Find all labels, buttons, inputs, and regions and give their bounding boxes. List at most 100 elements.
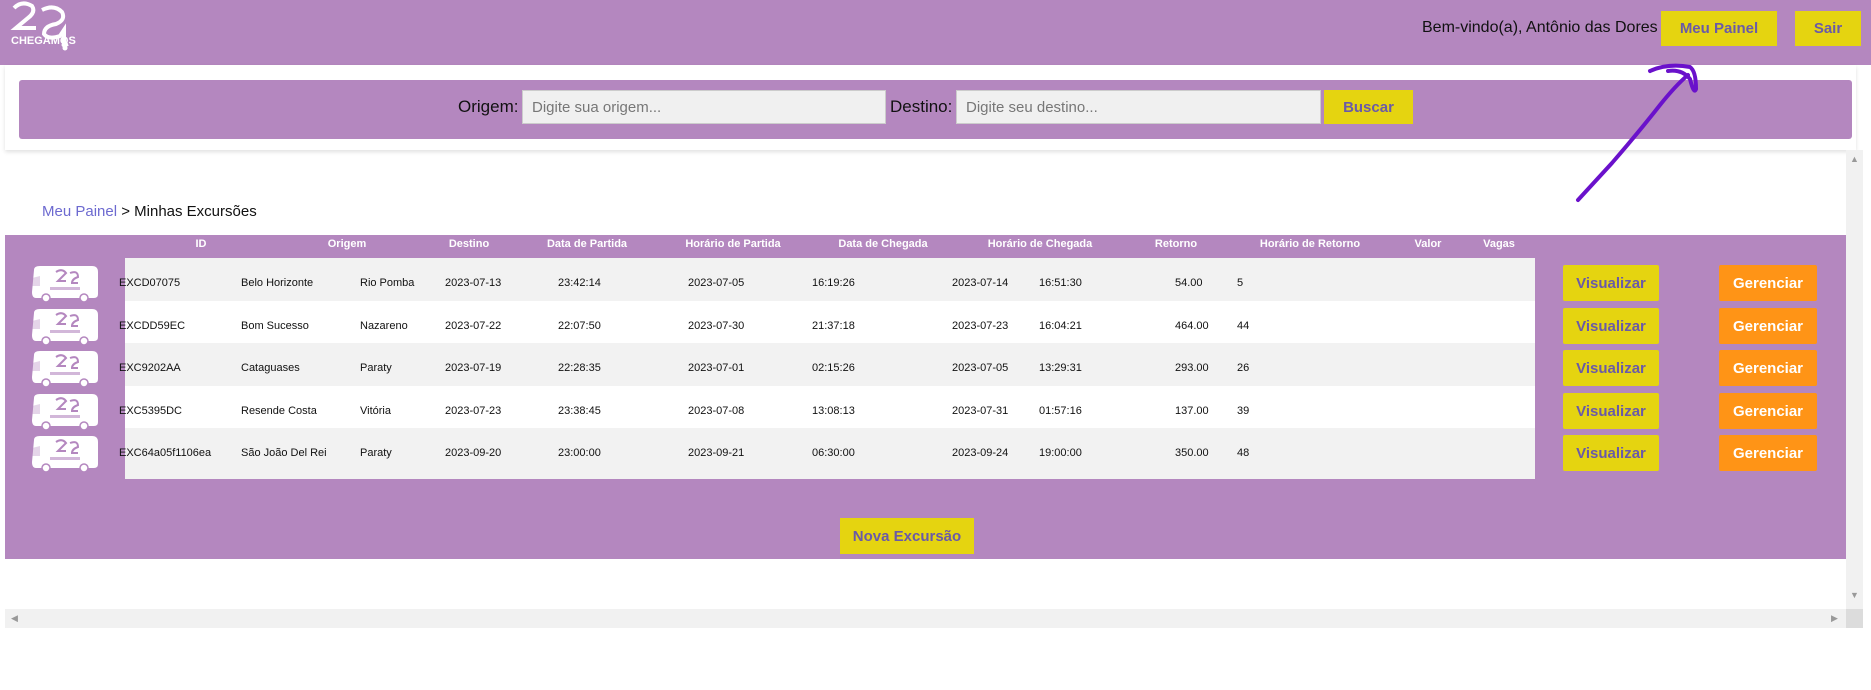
manage-button[interactable]: Gerenciar — [1719, 265, 1817, 301]
cell-valor: 350.00 — [1175, 447, 1209, 459]
horizontal-scrollbar[interactable]: ◀ ▶ — [5, 609, 1846, 628]
scroll-left-icon[interactable]: ◀ — [11, 613, 18, 624]
my-panel-button[interactable]: Meu Painel — [1661, 11, 1777, 46]
cell-valor: 54.00 — [1175, 277, 1203, 289]
scrollbar-corner — [1846, 609, 1863, 628]
header-price: Valor — [1414, 238, 1442, 250]
origin-label: Origem: — [458, 97, 519, 116]
cell-vagas: 26 — [1237, 362, 1250, 374]
cell-destino: Paraty — [360, 362, 392, 374]
view-button[interactable]: Visualizar — [1563, 393, 1659, 429]
breadcrumb-separator: > — [117, 203, 135, 220]
view-button[interactable]: Visualizar — [1563, 265, 1659, 301]
cell-horario-retorno: 19:00:00 — [1039, 447, 1082, 459]
cell-horario-partida: 23:38:45 — [558, 405, 601, 417]
header-origin: Origem — [327, 238, 367, 250]
cell-valor: 137.00 — [1175, 405, 1209, 417]
cell-horario-retorno: 01:57:16 — [1039, 405, 1082, 417]
destination-label: Destino: — [890, 97, 953, 116]
cell-horario-retorno: 16:51:30 — [1039, 277, 1082, 289]
cell-horario-partida: 23:00:00 — [558, 447, 601, 459]
cell-retorno: 2023-09-24 — [952, 447, 1009, 459]
new-excursion-button[interactable]: Nova Excursão — [840, 518, 974, 554]
cell-valor: 293.00 — [1175, 362, 1209, 374]
search-button[interactable]: Buscar — [1324, 90, 1413, 124]
annotation-arrow-icon — [1576, 63, 1699, 202]
breadcrumb-current: Minhas Excursões — [134, 203, 257, 220]
vertical-scrollbar[interactable]: ▲ ▼ — [1846, 150, 1863, 628]
cell-valor: 464.00 — [1175, 320, 1209, 332]
cell-origem: Resende Costa — [241, 405, 317, 417]
table-row: EXC64a05f1106ea São João Del Rei Paraty 202… — [5, 428, 1846, 479]
cell-id: EXC64a05f1106ea — [119, 447, 212, 459]
cell-data-chegada: 2023-09-21 — [688, 447, 745, 459]
destination-input[interactable] — [956, 90, 1321, 124]
cell-data-chegada: 2023-07-30 — [688, 320, 745, 332]
scroll-up-icon[interactable]: ▲ — [1850, 154, 1859, 164]
cell-horario-partida: 22:28:35 — [558, 362, 601, 374]
cell-id: EXCDD59EC — [119, 320, 186, 332]
cell-horario-retorno: 16:04:21 — [1039, 320, 1082, 332]
cell-id: EXC5395DC — [119, 405, 182, 417]
cell-vagas: 44 — [1237, 320, 1250, 332]
cell-horario-partida: 23:42:14 — [558, 277, 601, 289]
excursions-table: ID Origem Destino Data de Partida Horári… — [5, 235, 1846, 559]
view-button[interactable]: Visualizar — [1563, 308, 1659, 344]
cell-retorno: 2023-07-14 — [952, 277, 1009, 289]
cell-data-partida: 2023-07-22 — [445, 320, 502, 332]
cell-retorno: 2023-07-31 — [952, 405, 1009, 417]
header-return-time: Horário de Retorno — [1259, 238, 1361, 250]
header-destination: Destino — [448, 238, 490, 250]
header-arrival-time: Horário de Chegada — [987, 238, 1093, 250]
manage-button[interactable]: Gerenciar — [1719, 350, 1817, 386]
bus-icon — [30, 264, 100, 303]
cell-horario-chegada: 21:37:18 — [812, 320, 855, 332]
bus-icon — [30, 349, 100, 388]
header-arrival-date: Data de Chegada — [838, 238, 928, 250]
view-button[interactable]: Visualizar — [1563, 435, 1659, 471]
manage-button[interactable]: Gerenciar — [1719, 393, 1817, 429]
cell-id: EXCD07075 — [119, 277, 181, 289]
view-button[interactable]: Visualizar — [1563, 350, 1659, 386]
breadcrumb-link-panel[interactable]: Meu Painel — [42, 203, 117, 220]
cell-destino: Paraty — [360, 447, 392, 459]
origin-input[interactable] — [522, 90, 886, 124]
cell-retorno: 2023-07-05 — [952, 362, 1009, 374]
breadcrumb: Meu Painel > Minhas Excursões — [42, 203, 257, 220]
bus-icon — [30, 392, 100, 431]
scroll-down-icon[interactable]: ▼ — [1850, 590, 1859, 600]
cell-horario-retorno: 13:29:31 — [1039, 362, 1082, 374]
header-departure-time: Horário de Partida — [685, 238, 781, 250]
cell-horario-chegada: 13:08:13 — [812, 405, 855, 417]
cell-destino: Nazareno — [360, 320, 408, 332]
logout-button[interactable]: Sair — [1795, 11, 1861, 46]
logo-text: CHEGAMOS — [11, 35, 76, 47]
scroll-right-icon[interactable]: ▶ — [1831, 613, 1838, 624]
manage-button[interactable]: Gerenciar — [1719, 308, 1817, 344]
cell-data-chegada: 2023-07-05 — [688, 277, 745, 289]
cell-destino: Vitória — [360, 405, 391, 417]
header-seats: Vagas — [1483, 238, 1515, 250]
cell-origem: Cataguases — [241, 362, 300, 374]
cell-data-chegada: 2023-07-08 — [688, 405, 745, 417]
cell-horario-chegada: 16:19:26 — [812, 277, 855, 289]
cell-origem: Belo Horizonte — [241, 277, 314, 289]
cell-destino: Rio Pomba — [360, 277, 415, 289]
header-departure-date: Data de Partida — [546, 238, 628, 250]
header-return: Retorno — [1154, 238, 1198, 250]
manage-button[interactable]: Gerenciar — [1719, 435, 1817, 471]
cell-horario-chegada: 06:30:00 — [812, 447, 855, 459]
cell-vagas: 39 — [1237, 405, 1250, 417]
cell-id: EXC9202AA — [119, 362, 181, 374]
bus-icon — [30, 307, 100, 346]
cell-horario-partida: 22:07:50 — [558, 320, 601, 332]
cell-origem: São João Del Rei — [241, 447, 327, 459]
table-header: ID Origem Destino Data de Partida Horári… — [5, 238, 1846, 254]
cell-data-chegada: 2023-07-01 — [688, 362, 745, 374]
cell-vagas: 5 — [1237, 277, 1244, 289]
cell-vagas: 48 — [1237, 447, 1250, 459]
cell-data-partida: 2023-09-20 — [445, 447, 502, 459]
cell-data-partida: 2023-07-19 — [445, 362, 502, 374]
header-id: ID — [195, 238, 207, 250]
cell-origem: Bom Sucesso — [241, 320, 309, 332]
